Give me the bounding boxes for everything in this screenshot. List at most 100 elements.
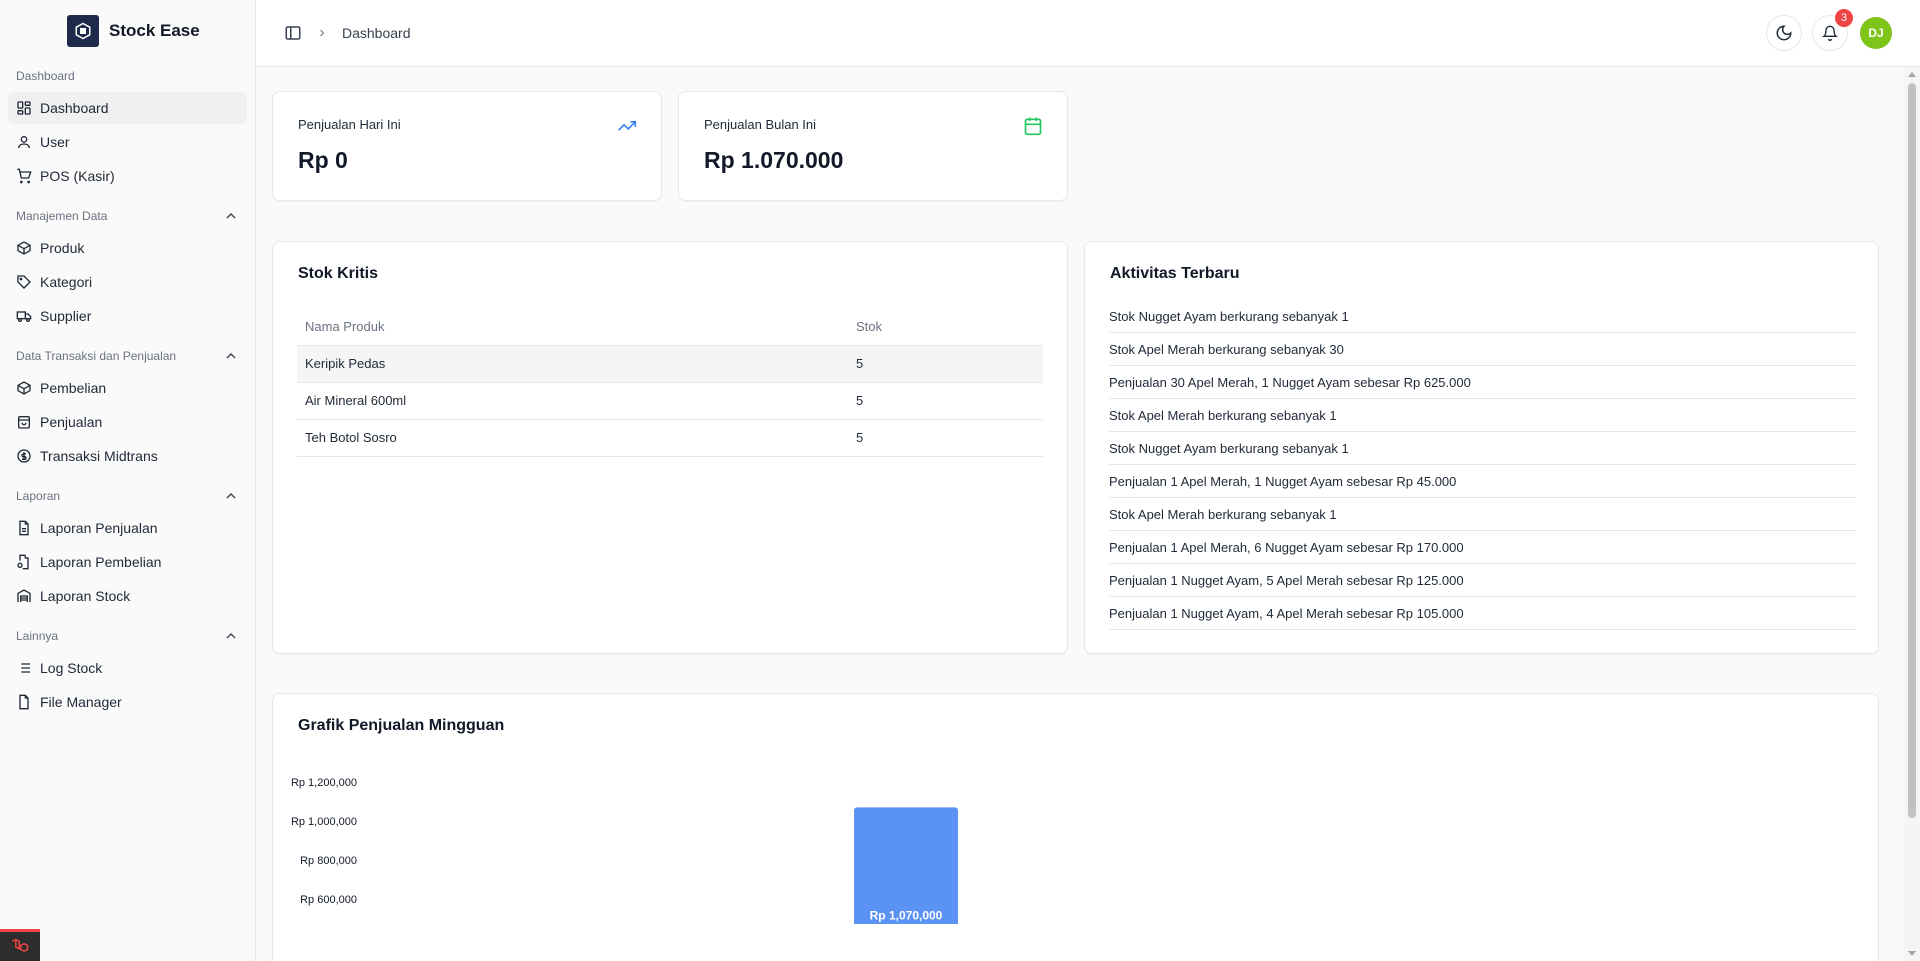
stok-kritis-table: Nama Produk Stok Keripik Pedas 5 Air Min… [297,308,1043,457]
grafik-penjualan-card: Grafik Penjualan Mingguan Rp 1,200,000 Rp… [272,693,1879,961]
package-icon [17,241,31,255]
sidebar-item-file-manager[interactable]: File Manager [8,686,247,718]
stat-card-month: Penjualan Bulan Ini Rp 1.070.000 [678,91,1068,201]
bar-data-label: Rp 1,070,000 [870,908,943,922]
nav-group-transaksi: Data Transaksi dan Penjualan Pembelian P… [0,342,255,472]
bell-icon [1822,25,1838,41]
sidebar-item-label: Penjualan [40,414,103,430]
file-text-icon [19,520,29,536]
app-name: Stock Ease [109,21,200,40]
breadcrumb-current[interactable]: Dashboard [342,25,411,41]
truck-icon [16,311,32,322]
list-item: Penjualan 30 Apel Merah, 1 Nugget Ayam s… [1109,366,1856,399]
list-item: Stok Apel Merah berkurang sebanyak 1 [1109,399,1856,432]
page-scrollbar[interactable] [1904,67,1920,961]
stok-kritis-card: Stok Kritis Nama Produk Stok Keripik Ped… [272,241,1068,654]
stat-card-today: Penjualan Hari Ini Rp 0 [272,91,662,201]
list-item: Stok Apel Merah berkurang sebanyak 1 [1109,498,1856,531]
scroll-up-arrow-icon[interactable] [1908,72,1916,77]
user-icon [18,136,30,149]
sidebar-item-label: Laporan Stock [40,588,131,604]
sidebar-item-label: Laporan Pembelian [40,554,162,570]
sidebar-item-label: Produk [40,240,85,256]
nav-group-label: Dashboard [16,69,75,83]
nav-group-label[interactable]: Laporan [0,482,255,510]
top-header: Dashboard 3 DJ [256,0,1920,67]
header-actions: 3 DJ [1766,9,1892,51]
sidebar-item-label: File Manager [40,694,122,710]
list-item: Stok Apel Merah berkurang sebanyak 30 [1109,333,1856,366]
sidebar-item-pos[interactable]: POS (Kasir) [8,160,247,192]
product-name: Teh Botol Sosro [297,419,848,457]
column-header: Stok [848,308,1043,346]
sidebar-item-label: Pembelian [40,380,107,396]
chart-bar[interactable] [854,807,958,924]
sidebar-item-label: Transaksi Midtrans [40,448,158,464]
theme-toggle-button[interactable] [1766,15,1802,51]
user-avatar[interactable]: DJ [1860,17,1892,49]
breadcrumb: Dashboard [284,24,411,42]
sidebar-item-transaksi-midtrans[interactable]: Transaksi Midtrans [8,440,247,472]
aktivitas-terbaru-card: Aktivitas Terbaru Stok Nugget Ayam berku… [1084,241,1879,654]
sidebar-item-dashboard[interactable]: Dashboard [8,92,247,124]
weekly-sales-chart: Rp 1,200,000 Rp 1,000,000 Rp 800,000 Rp 600… [291,777,958,924]
laravel-debug-icon[interactable] [0,929,40,961]
sidebar-item-label: Supplier [40,308,92,324]
product-stock: 5 [848,419,1043,457]
product-stock: 5 [848,345,1043,383]
nav-group-lainnya: Lainnya Log Stock File Manager [0,622,255,718]
sidebar-item-kategori[interactable]: Kategori [8,266,247,298]
sidebar-item-pembelian[interactable]: Pembelian [8,372,247,404]
table-header-row: Nama Produk Stok [297,308,1043,346]
brand[interactable]: Stock Ease [0,0,255,62]
product-name: Keripik Pedas [297,345,848,383]
file-icon [19,694,29,710]
list-item: Penjualan 1 Nugget Ayam, 4 Apel Merah se… [1109,597,1856,630]
card-title: Grafik Penjualan Mingguan [298,717,505,734]
notification-button[interactable]: 3 [1812,9,1853,51]
notification-badge: 3 [1835,9,1853,27]
chevron-up-icon[interactable] [223,488,239,504]
stat-value: Rp 1.070.000 [704,147,844,173]
scroll-down-arrow-icon[interactable] [1908,951,1916,956]
tag-icon [17,275,31,289]
chevron-up-icon[interactable] [223,628,239,644]
chevron-up-icon[interactable] [223,348,239,364]
table-row[interactable]: Teh Botol Sosro 5 [297,419,1043,457]
nav-group-dashboard: Dashboard Dashboard User POS (Kasir) [0,62,255,192]
table-row[interactable]: Air Mineral 600ml 5 [297,382,1043,420]
scroll-thumb[interactable] [1908,83,1916,818]
sidebar-toggle-icon[interactable] [284,24,302,42]
sidebar-item-label: Laporan Penjualan [40,520,158,536]
card-title: Aktivitas Terbaru [1110,265,1240,282]
sidebar-item-produk[interactable]: Produk [8,232,247,264]
sidebar-item-laporan-pembelian[interactable]: Laporan Pembelian [8,546,247,578]
shopping-bag-icon [18,416,30,429]
list-item: Penjualan 1 Apel Merah, 1 Nugget Ayam se… [1109,465,1856,498]
chevron-up-icon[interactable] [223,208,239,224]
nav-group-laporan: Laporan Laporan Penjualan Laporan Pembel… [0,482,255,612]
chevron-right-icon [320,29,325,37]
sidebar-item-log-stock[interactable]: Log Stock [8,652,247,684]
sidebar-item-supplier[interactable]: Supplier [8,300,247,332]
sidebar-item-label: Log Stock [40,660,103,676]
table-row[interactable]: Keripik Pedas 5 [297,345,1043,383]
list-item: Penjualan 1 Nugget Ayam, 5 Apel Merah se… [1109,564,1856,597]
sidebar-item-penjualan[interactable]: Penjualan [8,406,247,438]
sidebar-item-label: User [40,134,70,150]
stat-value: Rp 0 [298,147,348,173]
y-tick-label: Rp 800,000 [300,855,357,867]
sidebar-item-laporan-penjualan[interactable]: Laporan Penjualan [8,512,247,544]
nav-group-label[interactable]: Lainnya [0,622,255,650]
y-tick-label: Rp 600,000 [300,894,357,906]
y-tick-label: Rp 1,200,000 [291,777,357,789]
moon-sun-icon [1776,25,1792,41]
nav-group-label[interactable]: Manajemen Data [0,202,255,230]
cart-icon [17,168,32,184]
nav-group-manajemen-data: Manajemen Data Produk Kategori Supplier [0,202,255,332]
list-item: Stok Nugget Ayam berkurang sebanyak 1 [1109,300,1856,333]
sidebar-item-user[interactable]: User [8,126,247,158]
sidebar-item-laporan-stock[interactable]: Laporan Stock [8,580,247,612]
sidebar-item-label: Kategori [40,274,93,290]
nav-group-label[interactable]: Data Transaksi dan Penjualan [0,342,255,370]
